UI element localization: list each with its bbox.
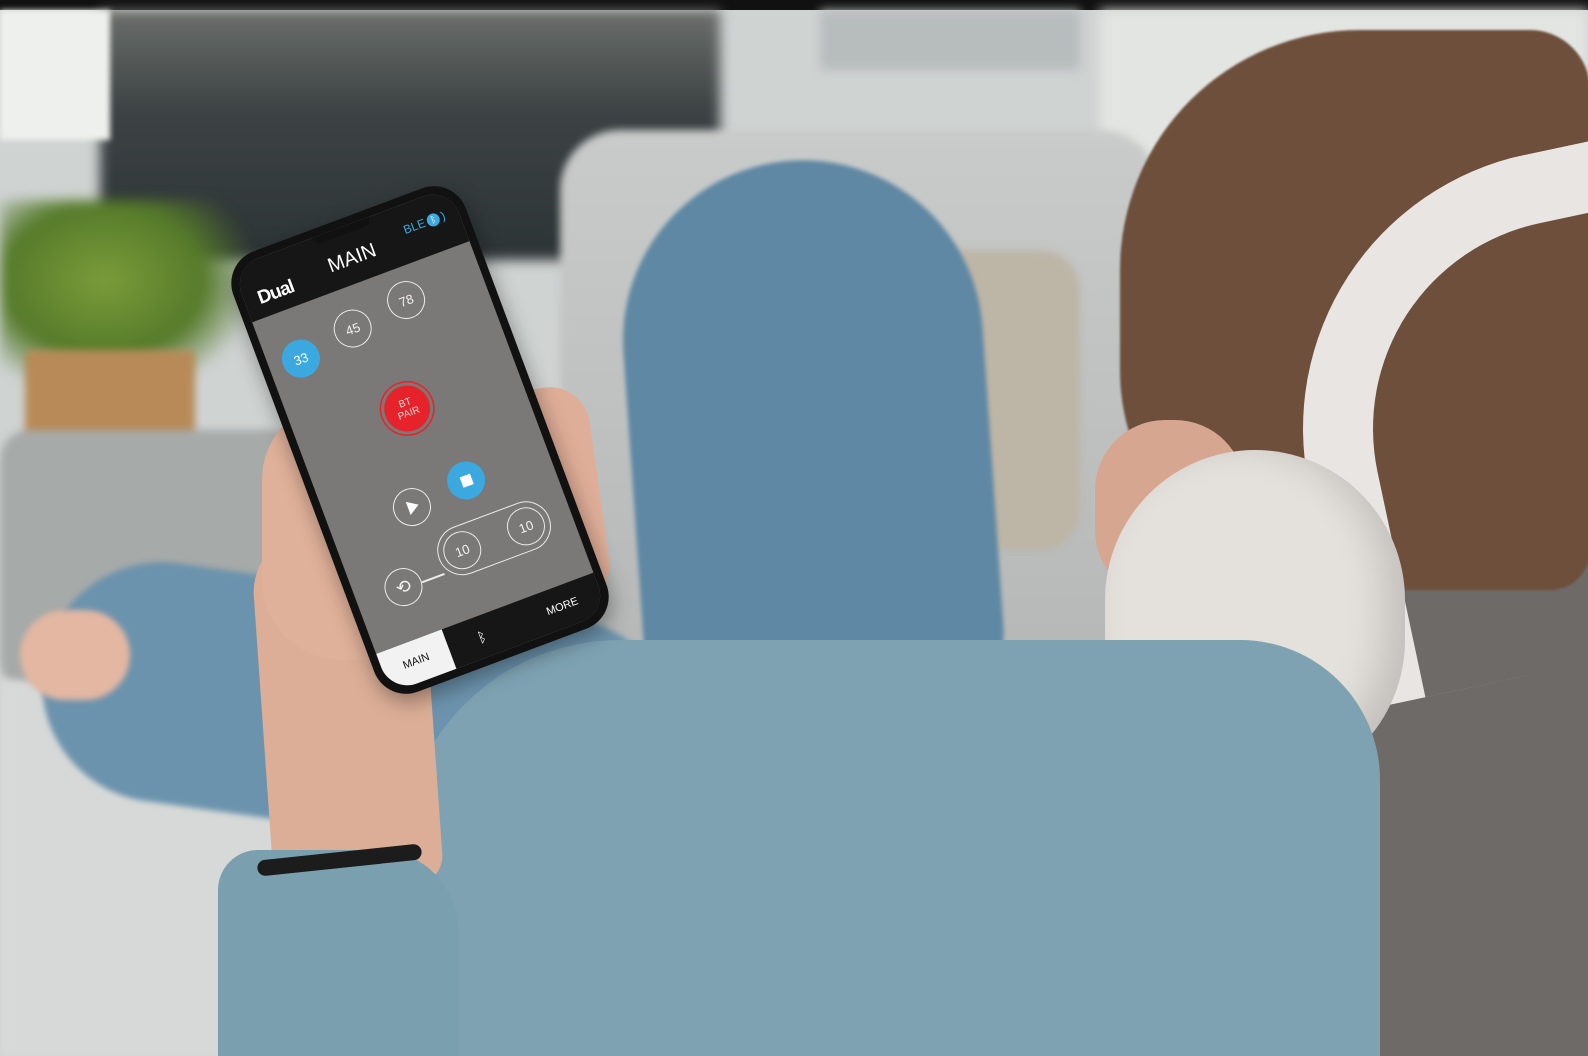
play-icon (405, 498, 421, 516)
foot (20, 610, 130, 700)
background-lamp (0, 10, 110, 140)
repeat-button[interactable]: ⟲ (379, 562, 428, 612)
bluetooth-icon: ᛒ (475, 627, 489, 646)
sweater (400, 640, 1380, 1056)
speed-45-button[interactable]: 45 (328, 304, 378, 353)
play-button[interactable] (387, 482, 437, 532)
repeat-icon: ⟲ (392, 574, 414, 599)
speed-78-button[interactable]: 78 (381, 275, 431, 325)
photo-scene: Dual MAIN BLE ᛒ ) 33 45 78 BT PAIR ⟲ 10 … (0, 0, 1588, 1056)
sweater-sleeve (218, 850, 458, 1056)
top-border (0, 0, 1588, 10)
background-frame (820, 10, 1080, 70)
speed-33-button[interactable]: 33 (276, 334, 326, 383)
stop-icon (458, 473, 474, 488)
bt-pair-button[interactable]: BT PAIR (377, 378, 437, 439)
repeat-connector (421, 572, 445, 583)
stop-button[interactable] (441, 455, 491, 505)
plant-pot (25, 350, 195, 440)
